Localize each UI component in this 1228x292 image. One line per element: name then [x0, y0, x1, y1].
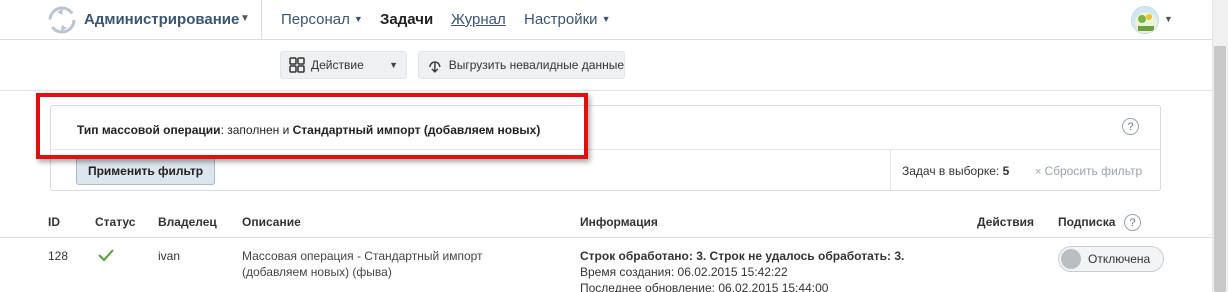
scrollbar-thumb[interactable] [1214, 46, 1226, 292]
column-header-info[interactable]: Информация [580, 215, 658, 229]
row-info-created: Время создания: 06.02.2015 15:42:22 [580, 265, 788, 279]
apply-filter-button[interactable]: Применить фильтр [76, 157, 215, 185]
nav-item-tasks[interactable]: Задачи [380, 11, 433, 28]
check-icon [98, 249, 114, 262]
task-count-value: 5 [1002, 164, 1010, 178]
grid-icon [289, 57, 305, 73]
column-header-subscription: Подписка [1058, 215, 1116, 229]
help-icon[interactable]: ? [1122, 118, 1139, 135]
export-button-label: Выгрузить невалидные данные [448, 58, 624, 72]
chevron-down-icon[interactable]: ▼ [1164, 14, 1173, 24]
toolbar: Действие ▼ Выгрузить невалидные данные [0, 41, 1212, 91]
row-info: Строк обработано: 3. Строк не удалось об… [580, 248, 960, 292]
filter-field: Тип массовой операции [77, 123, 221, 137]
action-button-label: Действие [311, 58, 364, 72]
reset-filter-link[interactable]: × Сбросить фильтр [1035, 164, 1142, 178]
table-divider [0, 237, 1212, 238]
close-icon: × [1035, 166, 1042, 178]
app-title[interactable]: Администрирование [84, 11, 239, 28]
task-count: Задач в выборке: 5 [902, 164, 1009, 178]
filter-summary[interactable]: Тип массовой операции: заполнен и Станда… [77, 123, 540, 137]
nav-item-journal[interactable]: Журнал [451, 11, 506, 28]
nav-item-settings[interactable]: Настройки ▼ [524, 11, 610, 28]
export-invalid-button[interactable]: Выгрузить невалидные данные [418, 51, 625, 79]
filter-value: Стандартный импорт (добавляем новых) [292, 123, 541, 137]
page: Администрирование ▼ Персонал ▼ Задачи Жур… [0, 0, 1228, 292]
column-header-id[interactable]: ID [48, 215, 60, 229]
column-header-description[interactable]: Описание [242, 215, 301, 229]
task-count-label: Задач в выборке: [902, 164, 1003, 178]
reset-filter-label: Сбросить фильтр [1044, 164, 1143, 178]
divider [890, 150, 891, 191]
nav-divider [261, 0, 262, 40]
column-header-actions: Действия [977, 215, 1035, 229]
chevron-down-icon: ▼ [601, 14, 611, 24]
row-info-updated: Последнее обновление: 06.02.2015 15:44:0… [580, 281, 829, 292]
app-logo-icon[interactable] [48, 6, 76, 34]
filter-operator: : заполнен и [220, 123, 293, 137]
column-header-status[interactable]: Статус [95, 215, 135, 229]
divider [51, 149, 1160, 150]
top-navbar: Администрирование ▼ Персонал ▼ Задачи Жур… [0, 0, 1212, 40]
chevron-down-icon: ▼ [353, 14, 363, 24]
help-icon[interactable]: ? [1124, 214, 1141, 231]
row-description: Массовая операция - Стандартный импорт (… [242, 249, 483, 279]
download-icon [429, 61, 441, 73]
nav-item-label: Персонал [281, 11, 350, 28]
toggle-knob [1061, 249, 1081, 269]
row-info-summary: Строк обработано: 3. Строк не удалось об… [580, 249, 905, 263]
column-header-owner[interactable]: Владелец [158, 215, 217, 229]
row-owner: ivan [158, 249, 181, 263]
action-dropdown-button[interactable]: Действие ▼ [280, 51, 407, 79]
nav-item-personnel[interactable]: Персонал ▼ [281, 11, 363, 28]
chevron-down-icon: ▼ [389, 60, 398, 70]
filter-panel: Тип массовой операции: заполнен и Станда… [50, 105, 1161, 191]
row-id[interactable]: 128 [48, 248, 68, 264]
subscription-toggle[interactable]: Отключена [1058, 246, 1164, 272]
chevron-down-icon[interactable]: ▼ [240, 13, 250, 24]
avatar[interactable] [1131, 6, 1159, 34]
nav-item-label: Настройки [524, 11, 598, 28]
subscription-toggle-label: Отключена [1088, 252, 1151, 266]
